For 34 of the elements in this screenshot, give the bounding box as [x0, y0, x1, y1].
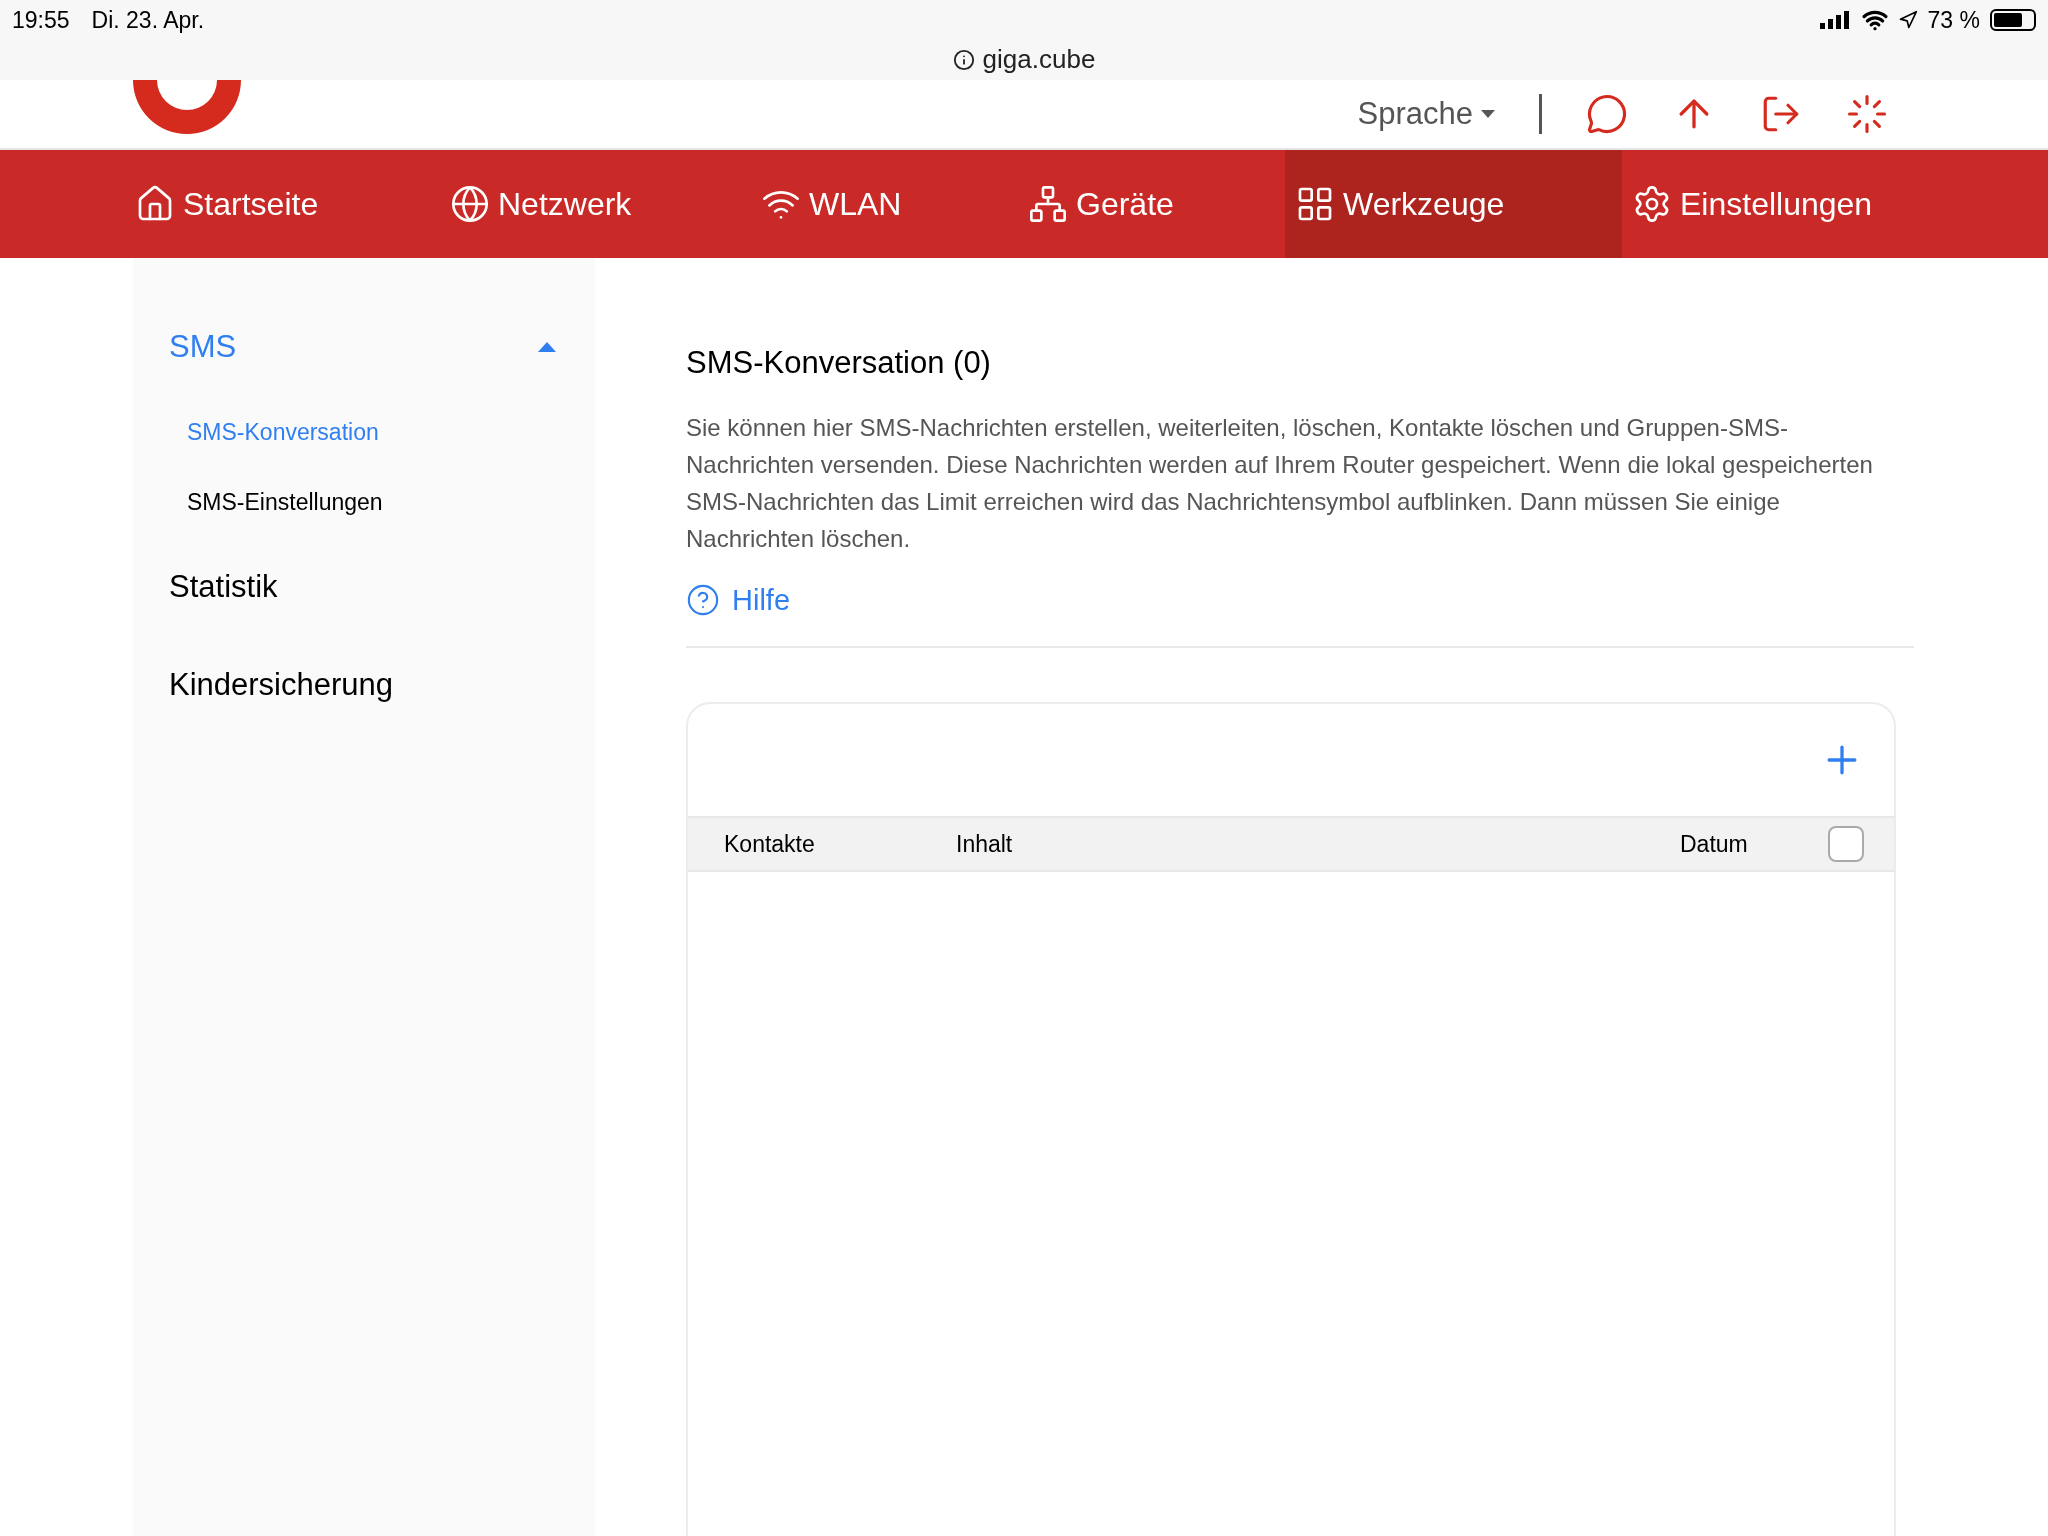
nav-tab[interactable]: Startseite [125, 150, 440, 258]
nav-tab[interactable]: Netzwerk [440, 150, 751, 258]
column-header[interactable]: Inhalt [956, 826, 1680, 862]
devices-icon [1028, 184, 1068, 224]
status-time: 19:55 [12, 5, 70, 35]
select-all-checkbox[interactable] [1828, 826, 1864, 862]
network-icon [450, 184, 490, 224]
location-icon [1897, 10, 1918, 30]
spinner-icon[interactable] [1846, 93, 1888, 135]
sidebar-item[interactable]: SMS [169, 324, 237, 371]
page-title: SMS-Konversation (0) [686, 344, 992, 382]
caret-icon [1481, 110, 1495, 118]
nav-tab[interactable]: WLAN [751, 150, 1018, 258]
battery-icon [1990, 9, 2036, 31]
column-header[interactable]: Kontakte [724, 826, 956, 862]
message-icon[interactable] [1586, 93, 1628, 135]
info-icon[interactable] [952, 48, 975, 71]
help-link[interactable]: Hilfe [686, 578, 790, 622]
battery-percent: 73 % [1927, 5, 1980, 35]
collapse-caret-icon[interactable] [537, 341, 557, 354]
sidebar-item[interactable]: Kindersicherung [169, 662, 394, 709]
column-header[interactable]: Datum [1680, 826, 1828, 862]
status-date: Di. 23. Apr. [91, 5, 205, 35]
sidebar-item[interactable]: SMS-Einstellungen [187, 485, 383, 520]
nav-tab[interactable]: Einstellungen [1622, 150, 1902, 258]
nav-tab[interactable]: Werkzeuge [1285, 150, 1622, 258]
nav-tab[interactable]: Geräte [1018, 150, 1285, 258]
url-text[interactable]: giga.cube [982, 40, 1096, 79]
signal-icon [1819, 11, 1852, 29]
language-dropdown[interactable]: Sprache [1357, 90, 1495, 138]
sidebar-item[interactable]: SMS-Konversation [187, 414, 379, 449]
help-icon [686, 583, 720, 618]
description-text: Sie können hier SMS-Nachrichten erstellen, weiterleiten, löschen, Kontakte löschen und Gruppen-SMS-Nachrichten versenden. Diese Nachrichten werden auf Ihrem Router gespeichert. Wenn die lokal gespeicherten SMS-Nachrichten das Limit erreichen wird das Nachrichtensymbol aufblinken. Dann müssen Sie einige Nachrichten löschen. [686, 412, 1874, 554]
sidebar-item[interactable]: Statistik [169, 563, 278, 610]
